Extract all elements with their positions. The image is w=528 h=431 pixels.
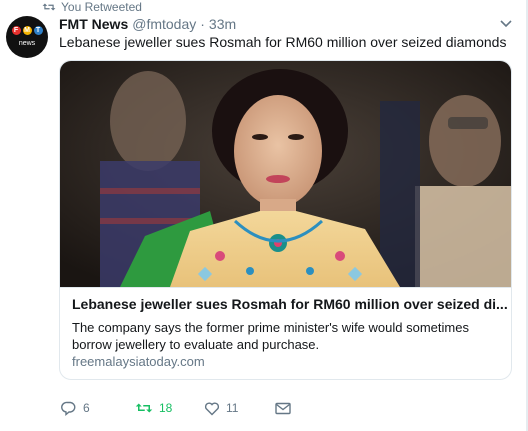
reply-icon bbox=[61, 401, 76, 416]
retweet-icon bbox=[42, 3, 56, 10]
avatar-letter: M bbox=[22, 26, 32, 35]
avatar[interactable]: FMT news bbox=[6, 16, 48, 58]
tweet-time[interactable]: 33m bbox=[209, 16, 236, 32]
card-body[interactable]: Lebanese jeweller sues Rosmah for RM60 m… bbox=[60, 287, 511, 379]
card-description: The company says the former prime minist… bbox=[72, 320, 469, 352]
tweet-actions: 6 18 11 bbox=[59, 397, 509, 419]
reply-count: 6 bbox=[83, 401, 90, 415]
tweet-text: Lebanese jeweller sues Rosmah for RM60 m… bbox=[59, 34, 507, 50]
direct-message-button[interactable] bbox=[275, 397, 297, 419]
card-domain: freemalaysiatoday.com bbox=[72, 354, 205, 369]
author-handle[interactable]: @fmtoday bbox=[132, 16, 196, 32]
chevron-down-icon[interactable] bbox=[500, 17, 512, 29]
retweet-context: You Retweeted bbox=[42, 0, 142, 14]
envelope-icon bbox=[275, 402, 291, 414]
retweet-count: 18 bbox=[159, 401, 173, 415]
card-image[interactable] bbox=[60, 61, 511, 287]
heart-icon bbox=[204, 402, 220, 415]
like-button[interactable]: 11 bbox=[204, 397, 238, 419]
avatar-caption: news bbox=[18, 40, 36, 47]
avatar-logo: FMT bbox=[9, 26, 45, 35]
avatar-letter: T bbox=[33, 26, 43, 35]
separator: · bbox=[200, 16, 205, 32]
reply-button[interactable]: 6 bbox=[61, 397, 90, 419]
author-name[interactable]: FMT News bbox=[59, 16, 128, 32]
retweet-context-label: You Retweeted bbox=[61, 0, 142, 14]
like-count: 11 bbox=[226, 401, 239, 415]
link-card[interactable]: Lebanese jeweller sues Rosmah for RM60 m… bbox=[59, 60, 512, 380]
card-title[interactable]: Lebanese jeweller sues Rosmah for RM60 m… bbox=[72, 296, 508, 312]
card-photo bbox=[60, 61, 511, 287]
retweet-icon bbox=[135, 403, 153, 413]
tweet-header: FMT News @fmtoday · 33m bbox=[59, 15, 528, 33]
retweet-button[interactable]: 18 bbox=[135, 397, 172, 419]
avatar-letter: F bbox=[11, 26, 21, 35]
